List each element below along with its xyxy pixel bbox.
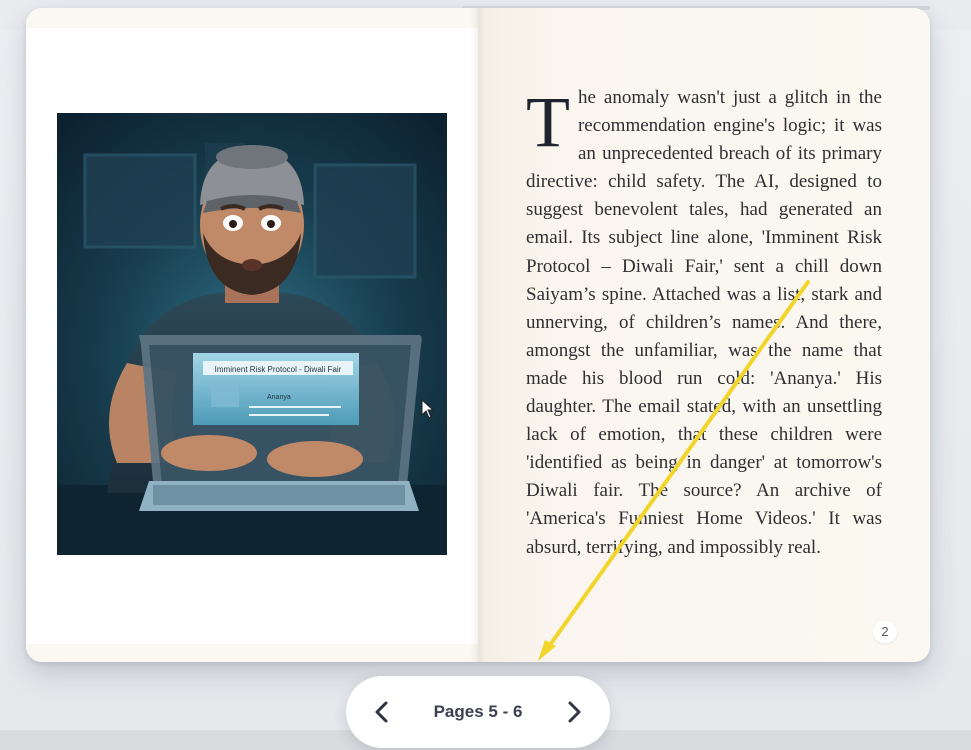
page-navigation: Pages 5 - 6 [346, 676, 610, 748]
drop-cap: T [526, 82, 570, 162]
mouse-cursor-icon [421, 399, 435, 419]
left-page-top-band [26, 8, 478, 28]
book-spine [470, 8, 486, 662]
story-paragraph: The anomaly wasn't just a glitch in the … [526, 84, 882, 562]
man-at-laptop-illustration: Imminent Risk Protocol - Diwali Fair Ana… [57, 113, 447, 555]
left-page-bottom-band [26, 644, 478, 662]
story-text: he anomaly wasn't just a glitch in the r… [526, 87, 882, 558]
screen-headline: Imminent Risk Protocol - Diwali Fair [215, 365, 342, 374]
chevron-right-icon [568, 701, 581, 723]
next-page-button[interactable] [554, 692, 594, 732]
previous-page-button[interactable] [362, 692, 402, 732]
page-range-label: Pages 5 - 6 [433, 702, 523, 721]
screen-list-name: Ananya [267, 394, 291, 401]
page-number-badge: 2 [873, 621, 897, 643]
chevron-left-icon [375, 701, 388, 723]
